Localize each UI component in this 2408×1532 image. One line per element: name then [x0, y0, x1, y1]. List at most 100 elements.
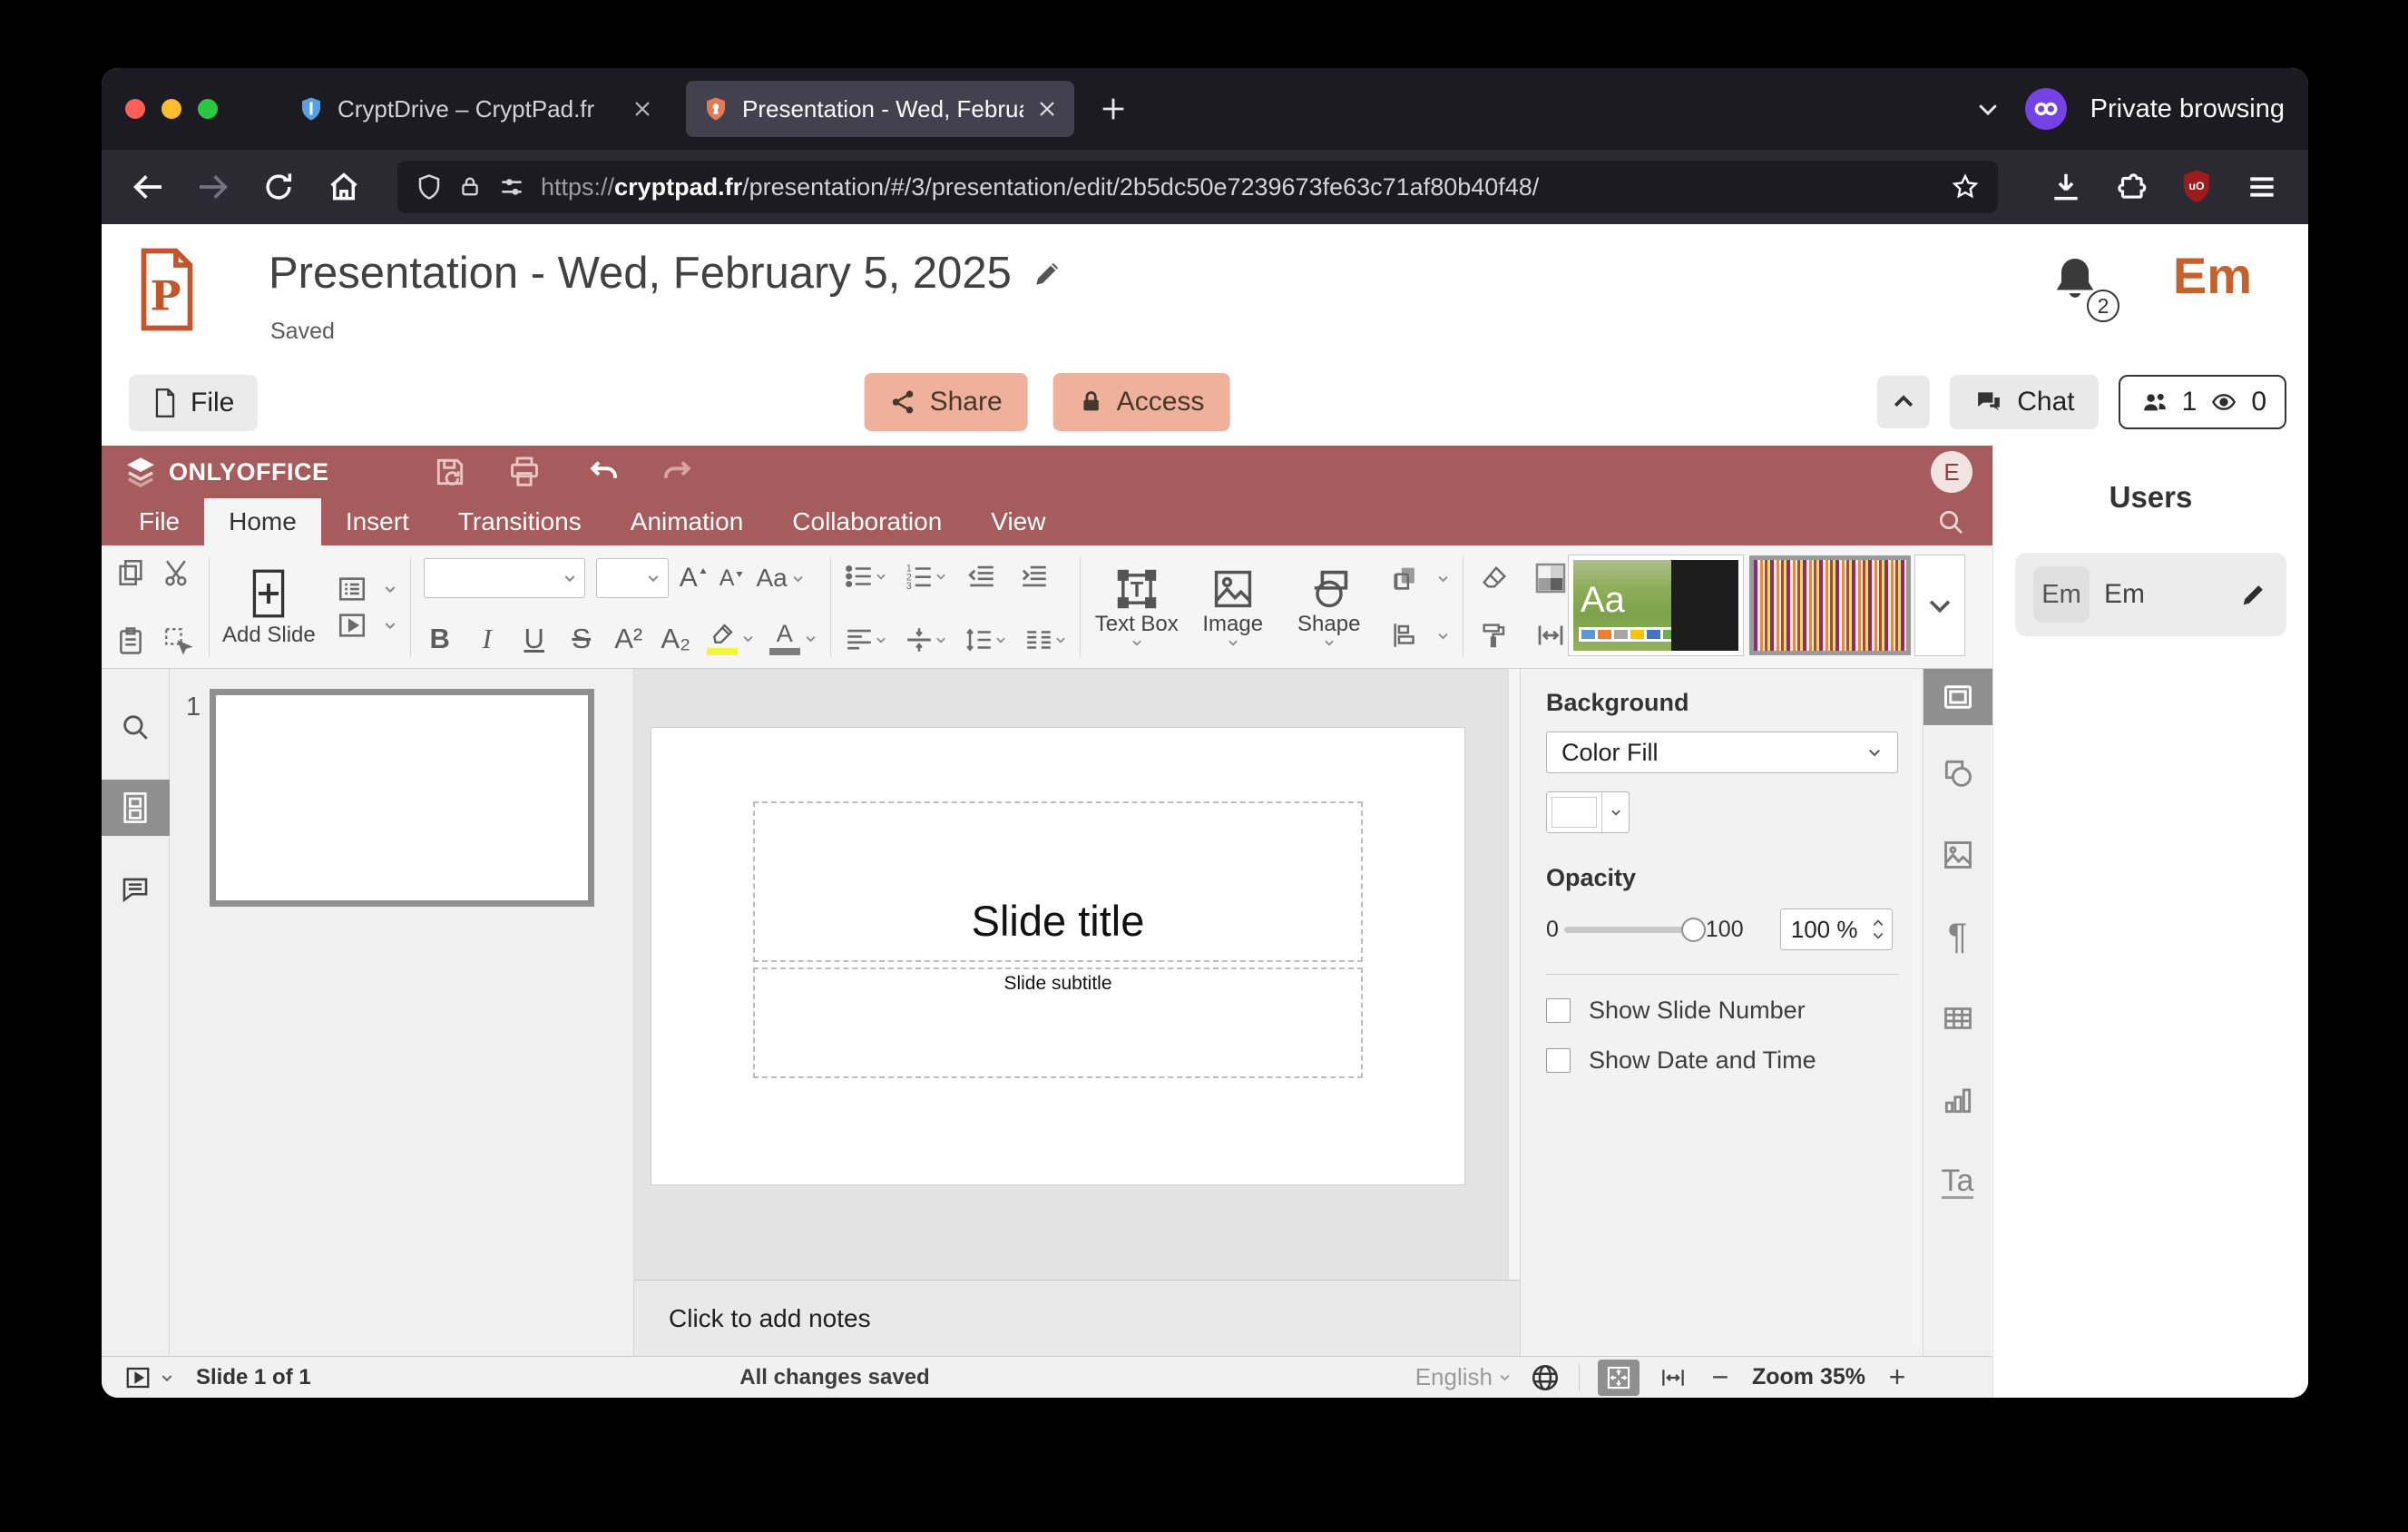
- undo-icon[interactable]: [583, 451, 625, 493]
- account-initials[interactable]: Em: [2173, 246, 2252, 305]
- increase-indent-icon[interactable]: [1016, 558, 1052, 594]
- columns-button[interactable]: [1023, 624, 1067, 655]
- rename-pencil-icon[interactable]: [1032, 257, 1064, 290]
- arrange-shapes-button[interactable]: [1387, 560, 1450, 596]
- theme-thumbnail-dark[interactable]: [1671, 560, 1738, 651]
- paste-icon[interactable]: [113, 623, 149, 659]
- menu-hamburger-icon[interactable]: [2241, 166, 2283, 208]
- address-bar[interactable]: https://cryptpad.fr/presentation/#/3/pre…: [397, 161, 1998, 213]
- theme-thumbnail-landscape[interactable]: Aa: [1573, 560, 1671, 651]
- fit-to-width-icon[interactable]: [1658, 1364, 1689, 1391]
- notifications-bell-icon[interactable]: 2: [2049, 253, 2107, 319]
- menu-animation[interactable]: Animation: [606, 498, 768, 545]
- slide-subtitle-placeholder[interactable]: Slide subtitle: [753, 967, 1363, 1078]
- presence-badge[interactable]: 1 0: [2119, 375, 2286, 429]
- opacity-spinner[interactable]: 100 %: [1780, 908, 1893, 950]
- horizontal-align-button[interactable]: [844, 624, 887, 655]
- show-slide-number-checkbox[interactable]: [1546, 998, 1571, 1023]
- find-search-icon[interactable]: [1936, 498, 1965, 545]
- user-list-item[interactable]: Em Em: [2015, 553, 2286, 636]
- language-select[interactable]: English: [1415, 1363, 1512, 1391]
- slides-panel-icon[interactable]: [102, 780, 170, 836]
- extensions-puzzle-icon[interactable]: [2110, 166, 2152, 208]
- show-date-time-checkbox[interactable]: [1546, 1048, 1571, 1073]
- tracking-protection-shield-icon[interactable]: [416, 172, 443, 202]
- strikeout-button[interactable]: S: [565, 623, 598, 655]
- slide-thumbnail[interactable]: [210, 689, 594, 907]
- file-menu-button[interactable]: File: [129, 375, 258, 431]
- copy-icon[interactable]: [113, 555, 149, 591]
- menu-view[interactable]: View: [966, 498, 1070, 545]
- menu-collaboration[interactable]: Collaboration: [768, 498, 966, 545]
- close-tab-icon[interactable]: [1036, 98, 1058, 120]
- show-date-time-row[interactable]: Show Date and Time: [1546, 1046, 1899, 1075]
- find-panel-search-icon[interactable]: [102, 705, 170, 749]
- preview-slideshow-button[interactable]: [334, 607, 397, 643]
- insert-image-button[interactable]: Image: [1189, 565, 1277, 649]
- spinner-up-icon[interactable]: [1872, 918, 1884, 928]
- start-slideshow-button[interactable]: [123, 1364, 152, 1391]
- underline-button[interactable]: U: [518, 623, 551, 655]
- background-color-swatch-button[interactable]: [1546, 791, 1630, 833]
- show-slide-number-row[interactable]: Show Slide Number: [1546, 997, 1899, 1025]
- menu-home[interactable]: Home: [204, 498, 321, 545]
- share-button[interactable]: Share: [865, 373, 1028, 431]
- slide-canvas[interactable]: Slide title Slide subtitle: [651, 727, 1465, 1185]
- theme-thumbnail-stripes-selected[interactable]: [1749, 555, 1911, 655]
- menu-transitions[interactable]: Transitions: [434, 498, 606, 545]
- url-text[interactable]: https://cryptpad.fr/presentation/#/3/pre…: [541, 173, 1539, 201]
- downloads-icon[interactable]: [2045, 166, 2087, 208]
- shape-settings-tab-icon[interactable]: [1923, 745, 1992, 801]
- close-tab-icon[interactable]: [631, 98, 653, 120]
- bookmark-star-icon[interactable]: [1951, 172, 1980, 201]
- tab-presentation[interactable]: Presentation - Wed, February 5,: [686, 81, 1074, 137]
- home-icon[interactable]: [323, 166, 365, 208]
- spinner-down-icon[interactable]: [1872, 931, 1884, 940]
- canvas-scrollbar[interactable]: [1508, 669, 1520, 1280]
- font-name-select[interactable]: [424, 558, 585, 598]
- vertical-align-button[interactable]: [904, 624, 947, 655]
- minimize-window-button[interactable]: [162, 99, 181, 119]
- chart-settings-tab-icon[interactable]: [1923, 1072, 1992, 1128]
- add-slide-button[interactable]: Add Slide: [222, 567, 316, 647]
- print-icon[interactable]: [504, 451, 545, 493]
- menu-file[interactable]: File: [114, 498, 204, 545]
- change-case-button[interactable]: Aa: [756, 564, 804, 593]
- increase-font-button[interactable]: A: [680, 563, 709, 594]
- permissions-icon[interactable]: [497, 172, 526, 201]
- font-color-button[interactable]: A: [769, 622, 817, 655]
- zoom-level[interactable]: Zoom 35%: [1752, 1364, 1865, 1390]
- decrease-font-button[interactable]: A: [719, 565, 746, 592]
- chat-button[interactable]: Chat: [1950, 375, 2098, 429]
- opacity-slider[interactable]: [1564, 927, 1700, 933]
- forward-icon[interactable]: [192, 166, 234, 208]
- zoom-in-button[interactable]: +: [1884, 1360, 1911, 1394]
- numbering-button[interactable]: 123: [904, 561, 947, 592]
- access-button[interactable]: Access: [1053, 373, 1230, 431]
- list-all-tabs-chevron-icon[interactable]: [1974, 95, 2002, 123]
- fit-to-slide-icon[interactable]: [1598, 1360, 1640, 1396]
- clear-style-icon[interactable]: [1476, 560, 1512, 596]
- subscript-button[interactable]: A₂: [660, 623, 692, 655]
- textart-settings-tab-icon[interactable]: Ta: [1923, 1154, 1992, 1210]
- tab-cryptdrive[interactable]: CryptDrive – CryptPad.fr: [281, 81, 670, 137]
- theme-gallery-expand-chevron-icon[interactable]: [1914, 555, 1965, 656]
- redo-icon[interactable]: [656, 451, 698, 493]
- image-settings-tab-icon[interactable]: [1923, 827, 1992, 883]
- document-title[interactable]: Presentation - Wed, February 5, 2025: [269, 248, 1012, 299]
- slide-settings-tab-icon[interactable]: [1923, 669, 1992, 725]
- insert-textbox-button[interactable]: T Text Box: [1093, 565, 1180, 649]
- collapse-toolbar-chevron-icon[interactable]: [1877, 376, 1930, 428]
- close-window-button[interactable]: [125, 99, 145, 119]
- zoom-window-button[interactable]: [198, 99, 218, 119]
- back-icon[interactable]: [127, 166, 169, 208]
- collaborator-avatar[interactable]: E: [1931, 451, 1972, 493]
- font-size-select[interactable]: [596, 558, 669, 598]
- decrease-indent-icon[interactable]: [964, 558, 1000, 594]
- table-settings-tab-icon[interactable]: [1923, 990, 1992, 1046]
- edit-user-pencil-icon[interactable]: [2239, 580, 2268, 609]
- italic-button[interactable]: I: [471, 623, 504, 655]
- background-fill-select[interactable]: Color Fill: [1546, 732, 1898, 773]
- select-all-icon[interactable]: [160, 623, 196, 659]
- notes-area[interactable]: Click to add notes: [634, 1280, 1520, 1356]
